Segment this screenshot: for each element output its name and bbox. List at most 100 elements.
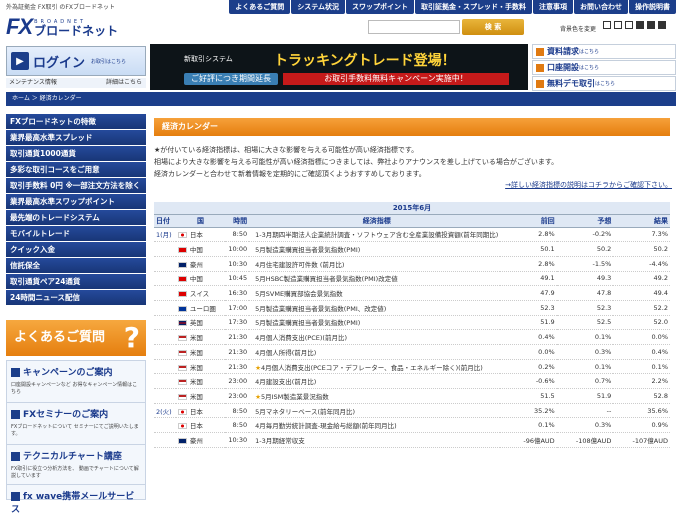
color-option[interactable] [647,21,655,29]
row-result: 35.6% [613,403,670,419]
chart-course-promo[interactable]: テクニカルチャート講座 FX取引に役立つ分析方法を、 動画でチャートについて解説… [6,444,146,488]
row-indicator: 5月製造業購買担当者景気指数(PMI) [249,315,501,331]
row-result: 7.3% [613,227,670,243]
promo-banner[interactable]: 新取引システム トラッキングトレード登場！ ご好評につき期間延長 お取引手数料無… [150,44,528,90]
row-result: 52.2 [613,300,670,316]
row-country: 日本 [175,403,226,419]
faq-button[interactable]: よくあるご質問 ? [6,320,146,356]
nav-manual[interactable]: 操作説明書 [629,0,676,14]
color-option[interactable] [603,21,611,29]
row-country: 日本 [175,227,226,243]
request-docs-link[interactable]: 資料請求 はこちら [532,44,676,59]
row-time: 10:45 [225,271,250,287]
nav-spread[interactable]: 業界最高水準スプレッド [6,130,146,145]
row-forecast: 0.1% [556,359,614,375]
nav-margin-spread[interactable]: 取引証拠金・スプレッド・手数料 [415,0,532,14]
nav-24-pairs[interactable]: 取引通貨ペア24通貨 [6,274,146,289]
promo-title: FXセミナーのご案内 [23,410,109,420]
nav-courses[interactable]: 多彩な取引コースをご用意 [6,162,146,177]
arrow-icon [11,368,20,377]
row-country: ユーロ圏 [175,300,226,316]
color-option[interactable] [614,21,622,29]
nav-trade-system[interactable]: 最先端のトレードシステム [6,210,146,225]
logo-fx: FX [6,14,33,39]
mail-service-promo[interactable]: fx wave携帯メールサービス [6,484,146,515]
breadcrumb[interactable]: ホーム ＞ 経済カレンダー [6,92,676,106]
login-button[interactable]: ▶ ログイン お取引はこちら [6,46,146,76]
page-title: 経済カレンダー [154,118,670,136]
row-indicator: 4月個人消費支出(PCE)(前月比) [249,329,501,345]
nav-notes[interactable]: 注意事項 [533,0,573,14]
nav-quick-deposit[interactable]: クイック入金 [6,242,146,257]
nav-mobile[interactable]: モバイルトレード [6,226,146,241]
row-prev: 0.2% [500,359,557,375]
row-result: 49.4 [613,285,670,301]
search-button[interactable]: 検 索 [462,19,524,35]
row-prev: -0.6% [500,373,557,390]
search-input[interactable] [368,20,460,34]
row-prev: 50.1 [500,241,557,257]
row-country: 中国 [175,271,226,287]
flag-icon [177,247,187,254]
color-option[interactable] [636,21,644,29]
row-forecast: 50.2 [556,241,614,257]
row-date [154,256,176,272]
nav-features[interactable]: FXブロードネットの特徴 [6,114,146,129]
site-logo[interactable]: FX BROADNET ブロードネット [6,14,118,38]
nav-24h-news[interactable]: 24時間ニュース配信 [6,290,146,305]
indicator-detail-link[interactable]: →詳しい経済指標の説明はコチラからご確認下さい。 [505,180,672,190]
maintenance-info[interactable]: メンテナンス情報 詳細はこちら [6,78,146,88]
nav-faq[interactable]: よくあるご質問 [229,0,291,14]
row-prev: 51.5 [500,388,557,404]
banner-line1: 新取引システム [184,55,233,63]
row-indicator: 4月建設支出(前月比) [249,373,501,390]
row-forecast: 52.5 [556,315,614,331]
row-indicator: 5月マネタリーベース(前年同月比) [249,403,501,419]
seminar-promo[interactable]: FXセミナーのご案内 FXブロードネットについて セミナーにてご説明いたします。 [6,402,146,446]
row-date [154,417,176,434]
nav-1000-units[interactable]: 取引通貨1000通貨 [6,146,146,161]
row-country: 米国 [175,329,226,345]
row-forecast: -108億AUD [556,432,614,448]
open-account-link[interactable]: 口座開設 はこちら [532,60,676,75]
row-prev: 2.8% [500,227,557,243]
row-country: 日本 [175,417,226,434]
table-row: 英国 17:30 5月製造業購買担当者景気指数(PMI) 51.9 52.5 52.0 [154,315,670,331]
row-forecast: -1.5% [556,256,614,272]
row-date [154,315,176,331]
row-result: 52.0 [613,315,670,331]
left-nav: FXブロードネットの特徴 業界最高水準スプレッド 取引通貨1000通貨 多彩な取… [6,114,146,306]
row-result: -107億AUD [613,432,670,448]
color-option[interactable] [625,21,633,29]
flag-icon [177,291,187,298]
row-date: 1(月) [154,227,176,243]
row-result: -4.4% [613,256,670,272]
row-date [154,388,176,404]
color-switcher [603,21,669,29]
tagline: 外為証拠金 FX取引 のFXブロードネット [6,4,115,11]
campaign-promo[interactable]: キャンペーンのご案内 口座開設キャンペーンなど お得なキャンペーン情報はこちら [6,360,146,404]
nav-zero-fee[interactable]: 取引手数料 0円 ※一部注文方法を除く [6,178,146,193]
maintenance-link[interactable]: 詳細はこちら [106,78,142,88]
row-date [154,373,176,390]
row-time: 8:50 [225,417,250,434]
nav-swap-point[interactable]: スワップポイント [346,0,414,14]
flag-icon [177,364,187,371]
table-row: 米国 23:00 ★5月ISM製造業景況指数 51.5 51.9 52.8 [154,388,670,404]
intro-text: ★が付いている経済指標は、相場に大きな影響を与える可能性が高い経済指標です。 相… [154,144,670,180]
nav-swap[interactable]: 業界最高水準スワップポイント [6,194,146,209]
nav-trust[interactable]: 信託保全 [6,258,146,273]
intro-line: ★が付いている経済指標は、相場に大きな影響を与える可能性が高い経済指標です。 [154,146,419,154]
promo-desc: FXブロードネットについて セミナーにてご説明いたします。 [11,424,139,437]
nav-system-status[interactable]: システム状況 [291,0,345,14]
question-icon: ? [123,321,140,354]
col-result: 結果 [613,214,670,228]
banner-line4: お取引手数料無料キャンペーン実施中！ [283,73,509,85]
demo-trade-link[interactable]: 無料デモ取引 はこちら [532,76,676,91]
square-icon [536,79,544,88]
row-time: 17:30 [225,315,250,331]
nav-contact[interactable]: お問い合わせ [574,0,628,14]
col-forecast: 予想 [556,214,614,228]
maintenance-label: メンテナンス情報 [9,79,57,86]
color-option[interactable] [658,21,666,29]
